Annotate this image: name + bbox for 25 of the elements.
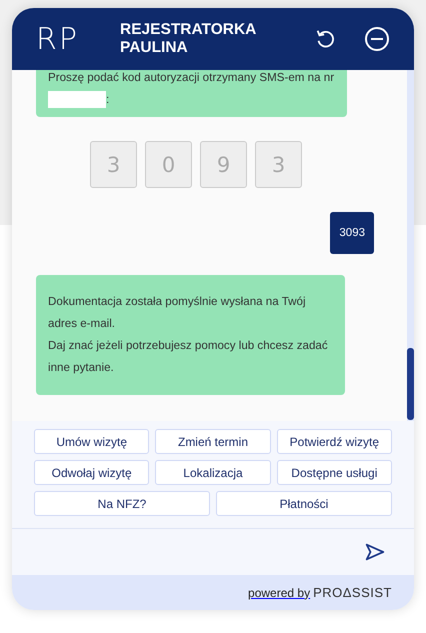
restart-icon[interactable] [314,28,336,50]
chat-title: REJESTRATORKA PAULINA [120,21,257,57]
message-input[interactable] [12,529,414,575]
message-bubble: 3093 [330,212,374,254]
code-digit-field: 9 [200,141,247,188]
brand-logo: PROΔSSIST [313,585,392,600]
logo: RP [36,22,80,56]
quick-reply-button[interactable]: Potwierdź wizytę [276,429,392,454]
code-digit-field: 3 [90,141,137,188]
scrollbar-thumb[interactable] [407,348,414,420]
quick-reply-button[interactable]: Na NFZ? [34,491,210,516]
code-digit-field: 0 [145,141,192,188]
send-icon[interactable] [364,541,386,563]
quick-reply-button[interactable]: Płatności [216,491,392,516]
powered-by-link[interactable]: powered by [248,586,310,600]
code-digit-field: 3 [255,141,302,188]
minimize-icon[interactable] [364,26,390,52]
quick-reply-button[interactable]: Zmień termin [155,429,271,454]
message-bubble: Proszę podać kod autoryzacji otrzymany SMS-em na nr : [36,70,347,117]
quick-reply-button[interactable]: Lokalizacja [155,460,271,485]
quick-reply-button[interactable]: Dostępne usługi [276,460,392,485]
scrollbar[interactable] [407,70,414,421]
quick-reply-button[interactable]: Odwołaj wizytę [34,460,150,485]
quick-reply-button[interactable]: Umów wizytę [34,429,150,454]
message-bubble: Dokumentacja została pomyślnie wysłana na Twój adres e-mail. Daj znać jeżeli potrzebujesz pomocy lub chcesz zadać inne pytanie. [36,275,345,395]
